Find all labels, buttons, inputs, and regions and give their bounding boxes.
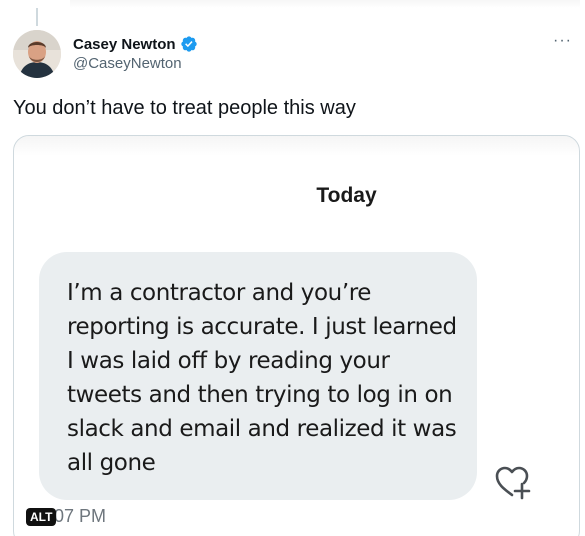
more-options-icon[interactable]: ···	[553, 33, 572, 49]
tweet-media-image[interactable]: Today I’m a contractor and you’re report…	[13, 135, 580, 536]
verified-badge-icon	[180, 35, 198, 53]
user-handle[interactable]: @CaseyNewton	[73, 55, 182, 72]
tweet-text: You don’t have to treat people this way	[13, 97, 356, 119]
chat-message-bubble: I’m a contractor and you’re reporting is…	[39, 252, 477, 500]
tweet-view: Casey Newton @CaseyNewton ··· You don’t …	[0, 0, 585, 536]
thread-connector-line	[36, 8, 38, 26]
alt-text-badge[interactable]: ALT	[26, 508, 57, 526]
display-name[interactable]: Casey Newton	[73, 36, 176, 53]
name-row: Casey Newton	[73, 35, 198, 53]
chat-day-label: Today	[316, 184, 377, 207]
previous-tweet-fade	[70, 0, 580, 8]
tweet-header: Casey Newton @CaseyNewton ···	[13, 30, 578, 80]
avatar-image	[13, 30, 61, 78]
chat-message-text: I’m a contractor and you’re reporting is…	[67, 280, 457, 476]
add-reaction-heart-icon	[492, 462, 532, 502]
media-top-fade	[14, 136, 579, 156]
chat-timestamp: 07 PM	[54, 506, 107, 526]
avatar[interactable]	[13, 30, 61, 78]
